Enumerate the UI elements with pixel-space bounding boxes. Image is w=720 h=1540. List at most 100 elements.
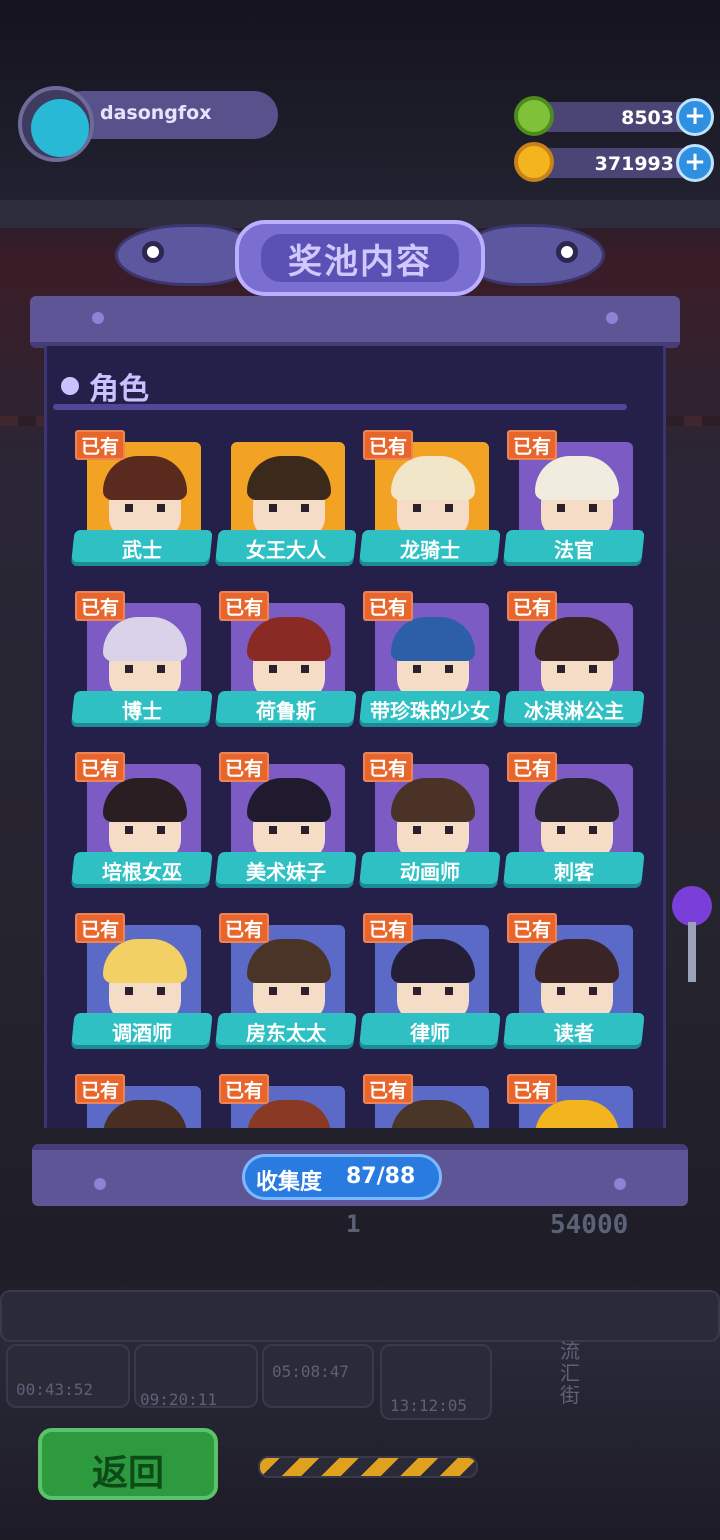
currency-gold: 371993 +: [514, 142, 714, 182]
character-name: 房东太太: [246, 1021, 326, 1045]
character-name: 冰淇淋公主: [524, 699, 624, 723]
character-hair: [535, 939, 619, 983]
character-hair: [391, 617, 475, 661]
profile-badge[interactable]: dasongfox: [18, 86, 278, 162]
add-green-currency-button[interactable]: +: [676, 98, 714, 136]
background-coin-total: 54000: [550, 1210, 629, 1240]
owned-badge: 已有: [507, 752, 557, 782]
avatar: [31, 99, 89, 157]
owned-badge: 已有: [507, 591, 557, 621]
character-hair: [247, 617, 331, 661]
background-timer: 09:20:11: [140, 1390, 218, 1409]
character-hair: [391, 778, 475, 822]
green-coin-icon: [514, 96, 554, 136]
character-hair: [535, 617, 619, 661]
lever-stick: [688, 922, 696, 982]
owned-badge: 已有: [75, 752, 125, 782]
character-name: 调酒师: [112, 1021, 172, 1045]
currency-amount: 8503: [621, 107, 674, 129]
character-eyes: [557, 665, 597, 673]
panel-top-bar: [30, 296, 680, 348]
character-card[interactable]: 已有 房东太太: [215, 913, 357, 1055]
character-card[interactable]: 已有龙骑士: [359, 430, 501, 572]
character-eyes: [413, 987, 453, 995]
owned-badge: 已有: [363, 591, 413, 621]
character-name: 读者: [554, 1021, 594, 1045]
character-eyes: [125, 826, 165, 834]
background-counter: [0, 1290, 720, 1342]
character-name: 法官: [554, 538, 594, 562]
character-eyes: [269, 987, 309, 995]
bullet-icon: [61, 377, 79, 395]
avatar-frame: [18, 86, 94, 162]
character-eyes: [557, 826, 597, 834]
character-card[interactable]: 已有: [75, 1074, 205, 1128]
character-hair: [103, 617, 187, 661]
character-card[interactable]: 已有 武士: [71, 430, 213, 572]
character-name: 美术妹子: [246, 860, 326, 884]
character-card[interactable]: 已有 博士: [71, 591, 213, 733]
owned-badge: 已有: [507, 430, 557, 460]
character-eyes: [413, 826, 453, 834]
owned-badge: 已有: [219, 1074, 269, 1104]
rivet-icon: [606, 312, 618, 324]
owned-badge: 已有: [363, 430, 413, 460]
owned-badge: 已有: [219, 752, 269, 782]
character-card[interactable]: 已有荷鲁斯: [215, 591, 357, 733]
owned-badge: 已有: [363, 1074, 413, 1104]
collection-progress-value: 87/88: [346, 1164, 416, 1189]
character-hair: [391, 939, 475, 983]
back-button-label: 返回: [91, 1453, 164, 1494]
character-card[interactable]: 已有动画师: [359, 752, 501, 894]
rivet-icon: [92, 312, 104, 324]
character-card[interactable]: 已有冰淇淋公主: [503, 591, 645, 733]
character-card[interactable]: 已有 刺客: [503, 752, 645, 894]
lever-handle[interactable]: [668, 886, 712, 1016]
character-card[interactable]: 已有: [507, 1074, 637, 1128]
character-name: 荷鲁斯: [256, 699, 316, 723]
character-eyes: [269, 826, 309, 834]
currency-green: 8503 +: [514, 96, 714, 136]
character-eyes: [125, 665, 165, 673]
character-hair: [535, 778, 619, 822]
character-eyes: [557, 504, 597, 512]
character-card[interactable]: 女王大人: [215, 430, 357, 572]
panel-title: 奖池内容: [288, 242, 432, 282]
owned-badge: 已有: [75, 1074, 125, 1104]
character-card[interactable]: 已有 带珍珠的少女: [359, 591, 501, 733]
background-timer: 05:08:47: [272, 1362, 350, 1381]
owned-badge: 已有: [363, 752, 413, 782]
username: dasongfox: [100, 102, 212, 124]
character-card[interactable]: 已有培根女巫: [71, 752, 213, 894]
owned-badge: 已有: [219, 591, 269, 621]
reward-pool-panel[interactable]: 角色 已有 武士 女王大人 已有 龙骑士 已有 法官 已有 博士 已有 荷鲁斯 已有 带珍珠的少女 已有冰…: [44, 346, 666, 1128]
lever-knob: [672, 886, 712, 926]
owned-badge: 已有: [363, 913, 413, 943]
rivet-icon: [94, 1178, 106, 1190]
background-hazard-strip: [258, 1456, 478, 1478]
character-card[interactable]: 已有: [219, 1074, 349, 1128]
add-gold-currency-button[interactable]: +: [676, 144, 714, 182]
owned-badge: 已有: [75, 913, 125, 943]
section-divider: [53, 404, 627, 410]
panel-title-ribbon: 奖池内容: [115, 218, 605, 300]
back-button[interactable]: 返回: [38, 1428, 218, 1500]
collection-progress-label: 收集度: [256, 1170, 323, 1195]
character-eyes: [125, 504, 165, 512]
character-eyes: [557, 987, 597, 995]
background-street-label: 流汇街: [560, 1339, 580, 1407]
character-card[interactable]: 已有 律师: [359, 913, 501, 1055]
character-name: 女王大人: [246, 538, 326, 562]
background-timer: 00:43:52: [16, 1380, 94, 1399]
character-card[interactable]: 已有读者: [503, 913, 645, 1055]
owned-badge: 已有: [507, 913, 557, 943]
character-name: 培根女巫: [102, 860, 182, 884]
character-card[interactable]: 已有法官: [503, 430, 645, 572]
character-name: 龙骑士: [400, 538, 460, 562]
owned-badge: 已有: [75, 430, 125, 460]
character-hair: [247, 939, 331, 983]
character-card[interactable]: 已有调酒师: [71, 913, 213, 1055]
character-card[interactable]: 已有美术妹子: [215, 752, 357, 894]
character-name: 动画师: [400, 860, 460, 884]
character-card[interactable]: 已有: [363, 1074, 493, 1128]
